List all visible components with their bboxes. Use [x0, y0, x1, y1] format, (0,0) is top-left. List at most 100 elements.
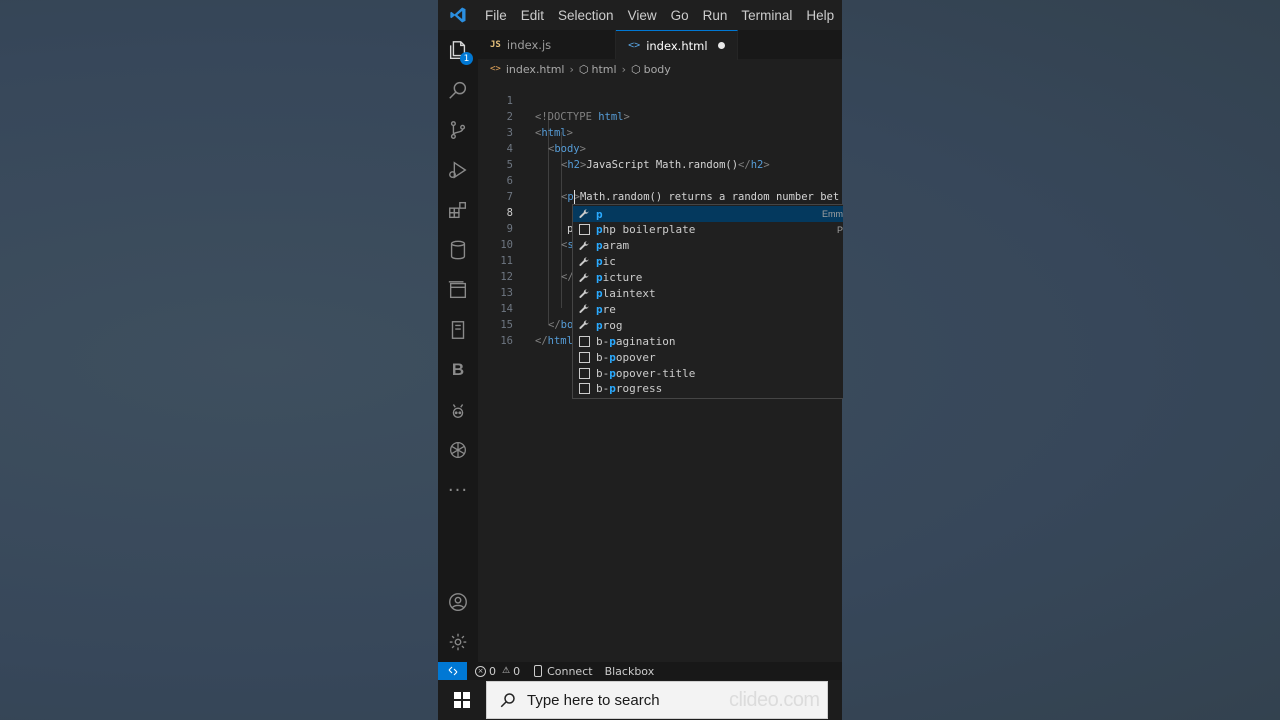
- code-line-current: 8 p: [506, 207, 574, 235]
- blackbox-status[interactable]: Blackbox: [605, 665, 655, 678]
- suggestion-label: prog: [596, 318, 623, 332]
- suggestion-label: b-popover: [596, 350, 656, 364]
- suggestion-label: b-progress: [596, 382, 663, 396]
- code-line: 3 <body>: [506, 127, 586, 155]
- suggestion-item[interactable]: param: [573, 238, 843, 254]
- search-icon: [500, 693, 515, 708]
- copilot-icon[interactable]: [438, 390, 478, 430]
- snippet-icon: [577, 366, 591, 380]
- text-cursor: [574, 190, 575, 204]
- editor-tabs: JS index.js <> index.html: [478, 30, 842, 60]
- extensions-icon[interactable]: [438, 190, 478, 230]
- wrench-icon: [577, 255, 591, 269]
- code-line: 2 <html>: [506, 111, 573, 139]
- javascript-file-icon: JS: [490, 39, 501, 50]
- suggestion-detail: P: [836, 224, 843, 235]
- code-line: 6 <p>Math.random() returns a random numb…: [506, 175, 840, 203]
- suggestion-item[interactable]: picture: [573, 270, 843, 286]
- snippet-icon: [577, 382, 591, 396]
- menu-run[interactable]: Run: [696, 8, 735, 23]
- suggestion-label: pic: [596, 255, 616, 269]
- settings-gear-icon[interactable]: [438, 622, 478, 662]
- menu-terminal[interactable]: Terminal: [734, 8, 799, 23]
- warning-icon: ⚠: [502, 666, 511, 676]
- browser-panel-icon[interactable]: [438, 270, 478, 310]
- suggestion-detail: Emm: [822, 209, 843, 219]
- source-control-icon[interactable]: [438, 110, 478, 150]
- element-icon: ⬡: [578, 62, 589, 76]
- code-line: 4 <h2>JavaScript Math.random()</h2>: [506, 143, 770, 171]
- vscode-logo-icon: [438, 0, 478, 30]
- suggestion-item[interactable]: plaintext: [573, 286, 843, 302]
- tab-label: index.html: [646, 38, 708, 53]
- plug-icon: [534, 665, 543, 677]
- suggestion-item[interactable]: pre: [573, 301, 843, 317]
- connect-button[interactable]: Connect: [534, 665, 593, 678]
- suggestion-label: pre: [596, 302, 616, 316]
- suggestion-label: param: [596, 239, 630, 253]
- html-file-icon: <>: [628, 40, 641, 51]
- breadcrumb-file[interactable]: index.html: [506, 63, 565, 76]
- wrench-icon: [577, 302, 591, 316]
- suggestion-item[interactable]: b-popover: [573, 349, 843, 365]
- chevron-right-icon: ›: [569, 62, 574, 76]
- menu-bar: File Edit Selection View Go Run Terminal…: [438, 0, 842, 30]
- menu-help[interactable]: Help: [799, 8, 841, 23]
- windows-taskbar: Type here to search clideo.com: [438, 680, 842, 720]
- menu-file[interactable]: File: [478, 8, 514, 23]
- bold-b-icon[interactable]: B: [438, 350, 478, 390]
- suggestion-item[interactable]: p Emm: [573, 206, 843, 222]
- unsaved-dot-icon[interactable]: [717, 42, 725, 49]
- more-icon[interactable]: ···: [438, 470, 478, 510]
- account-icon[interactable]: [438, 582, 478, 622]
- openai-icon[interactable]: [438, 430, 478, 470]
- suggestion-item[interactable]: b-pagination: [573, 333, 843, 349]
- tab-label: index.js: [506, 37, 552, 52]
- tab-index-html[interactable]: <> index.html: [616, 30, 738, 60]
- html-file-icon: <>: [490, 64, 501, 74]
- problems-indicator[interactable]: × 0 ⚠ 0: [475, 665, 520, 678]
- breadcrumb-html[interactable]: html: [592, 63, 617, 76]
- suggestion-item[interactable]: php boilerplate P: [573, 222, 843, 238]
- suggestion-item[interactable]: b-progress: [573, 381, 843, 397]
- tab-index-js[interactable]: JS index.js: [478, 30, 617, 59]
- menu-go[interactable]: Go: [664, 8, 696, 23]
- explorer-badge: 1: [460, 52, 473, 65]
- menu-selection[interactable]: Selection: [551, 8, 621, 23]
- suggestion-item[interactable]: prog: [573, 317, 843, 333]
- activity-bar: 1 B ···: [438, 30, 478, 662]
- windows-start-icon[interactable]: [454, 692, 470, 708]
- suggestion-item[interactable]: pic: [573, 254, 843, 270]
- run-debug-icon[interactable]: [438, 150, 478, 190]
- remote-icon[interactable]: [438, 662, 467, 680]
- suggestion-label: b-popover-title: [596, 366, 696, 380]
- explorer-icon[interactable]: 1: [438, 30, 478, 70]
- snippet-icon: [577, 334, 591, 348]
- element-icon: ⬡: [630, 62, 641, 76]
- taskbar-search-input[interactable]: Type here to search clideo.com: [486, 681, 828, 719]
- snippet-icon: [577, 223, 591, 237]
- suggestion-label: b-pagination: [596, 334, 676, 348]
- error-icon: ×: [475, 665, 486, 677]
- breadcrumb-body[interactable]: body: [644, 63, 671, 76]
- code-line: 1 <!DOCTYPE html>: [506, 95, 630, 123]
- wrench-icon: [577, 239, 591, 253]
- code-line: 7: [506, 191, 513, 203]
- database-icon[interactable]: [438, 230, 478, 270]
- wrench-icon: [577, 207, 591, 221]
- search-icon[interactable]: [438, 70, 478, 110]
- chevron-right-icon: ›: [621, 62, 626, 76]
- suggestion-label: picture: [596, 271, 643, 285]
- suggestion-item[interactable]: b-popover-title: [573, 365, 843, 381]
- notebook-icon[interactable]: [438, 310, 478, 350]
- wrench-icon: [577, 271, 591, 285]
- wrench-icon: [577, 287, 591, 301]
- suggestion-label: php boilerplate: [596, 223, 696, 237]
- menu-edit[interactable]: Edit: [514, 8, 551, 23]
- snippet-icon: [577, 350, 591, 364]
- suggestion-label: p: [596, 207, 603, 221]
- code-line: 5: [506, 159, 513, 171]
- wrench-icon: [577, 318, 591, 332]
- suggestion-label: plaintext: [596, 287, 656, 300]
- menu-view[interactable]: View: [621, 8, 664, 23]
